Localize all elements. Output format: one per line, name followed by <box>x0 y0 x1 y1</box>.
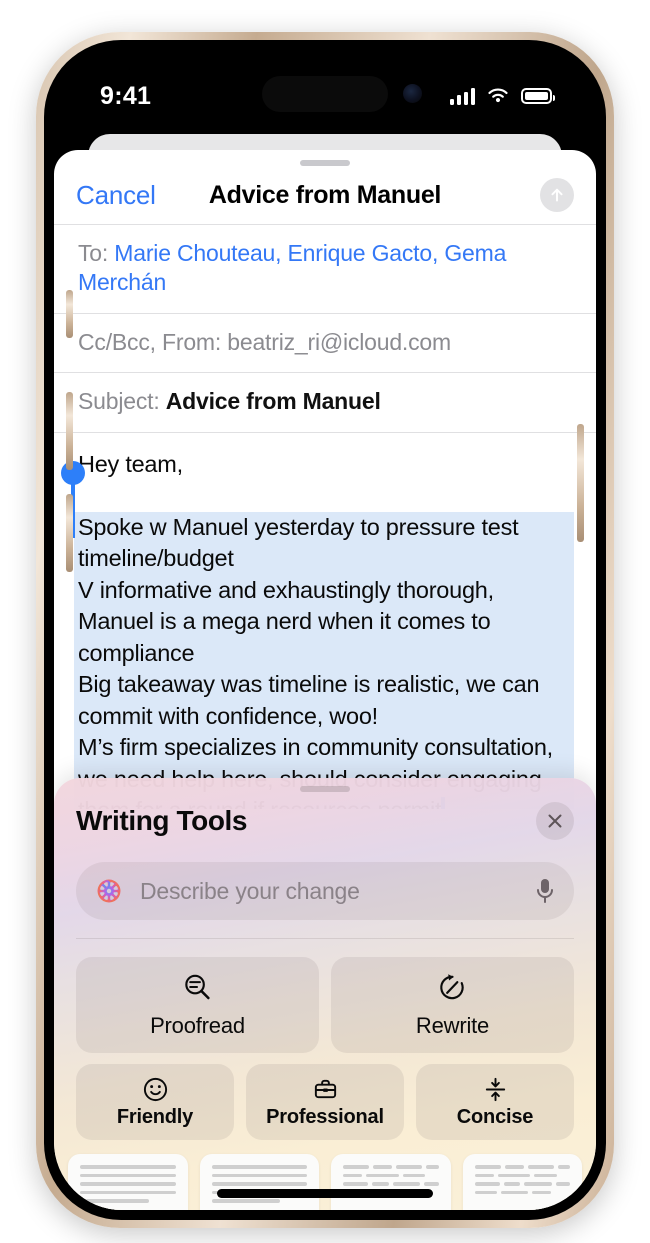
professional-button[interactable]: Professional <box>246 1064 404 1140</box>
proofread-button[interactable]: Proofread <box>76 957 319 1053</box>
writing-tools-header: Writing Tools <box>54 792 596 840</box>
body-line: commit with confidence, woo! <box>78 702 378 729</box>
card-text-line <box>211 1199 281 1203</box>
cellular-bars-icon <box>449 87 475 105</box>
body-line: Spoke w Manuel yesterday to pressure tes… <box>78 513 519 540</box>
ccbcc-label: Cc/Bcc, From: <box>78 328 222 355</box>
close-button[interactable] <box>536 802 574 840</box>
document-card[interactable] <box>462 1154 582 1210</box>
smiley-face-icon <box>143 1077 167 1101</box>
writing-tools-panel: Writing Tools Describe your change Proof… <box>54 778 596 1210</box>
document-cards-strip <box>54 1154 596 1210</box>
card-text-line <box>80 1199 149 1203</box>
writing-tools-title: Writing Tools <box>76 805 248 836</box>
briefcase-icon <box>314 1079 336 1098</box>
battery-full-icon <box>521 88 555 104</box>
card-text-line <box>80 1165 176 1169</box>
status-indicators <box>449 87 555 105</box>
primary-actions-row: Proofread Rewrite <box>54 957 596 1053</box>
card-word-row <box>343 1182 439 1186</box>
document-card[interactable] <box>199 1154 319 1210</box>
body-line: compliance <box>78 639 195 666</box>
document-card[interactable] <box>331 1154 451 1210</box>
body-line: timeline/budget <box>78 545 234 571</box>
send-button[interactable] <box>540 178 574 212</box>
selected-text-block[interactable]: Spoke w Manuel yesterday to pressure tes… <box>61 460 574 809</box>
describe-change-input[interactable]: Describe your change <box>76 862 574 920</box>
volume-down-button[interactable] <box>66 494 73 572</box>
concise-label: Concise <box>456 1105 534 1128</box>
card-word-row <box>474 1182 571 1186</box>
body-line: V informative and exhaustingly thorough, <box>78 576 494 603</box>
close-icon <box>548 814 562 828</box>
front-camera-icon <box>403 84 422 103</box>
rewrite-button[interactable]: Rewrite <box>331 957 574 1053</box>
microphone-icon[interactable] <box>534 877 556 905</box>
rewrite-label: Rewrite <box>415 1013 490 1038</box>
card-word-row <box>474 1165 570 1169</box>
apple-intelligence-icon <box>97 879 121 903</box>
card-word-row <box>474 1190 571 1194</box>
volume-up-button[interactable] <box>66 392 73 470</box>
device-screen: 9:41 Cancel Advice from Manuel To: Marie… <box>54 50 596 1210</box>
card-word-row <box>343 1165 439 1169</box>
from-address: beatriz_ri@icloud.com <box>227 328 451 355</box>
professional-label: Professional <box>266 1105 384 1128</box>
card-word-row <box>343 1173 439 1177</box>
arrow-up-icon <box>551 188 563 202</box>
card-text-line <box>80 1190 176 1194</box>
compose-navigation-bar: Cancel Advice from Manuel <box>54 166 596 224</box>
to-recipients: Marie Chouteau, Enrique Gacto, Gema Merc… <box>78 240 507 295</box>
to-field[interactable]: To: Marie Chouteau, Enrique Gacto, Gema … <box>54 224 596 313</box>
subject-field[interactable]: Subject: Advice from Manuel <box>54 372 596 432</box>
friendly-button[interactable]: Friendly <box>76 1064 234 1140</box>
document-card[interactable] <box>68 1154 188 1210</box>
iphone-device-frame: 9:41 Cancel Advice from Manuel To: Marie… <box>36 32 614 1228</box>
body-greeting: Hey team, <box>78 451 183 477</box>
cancel-button[interactable]: Cancel <box>76 180 156 211</box>
subject-value: Advice from Manuel <box>165 388 381 415</box>
magnifier-lines-icon <box>185 974 210 1000</box>
proofread-label: Proofread <box>150 1013 245 1038</box>
subject-label: Subject: <box>78 388 160 415</box>
rotate-pencil-icon <box>440 974 464 1000</box>
card-text-line <box>211 1173 307 1177</box>
status-clock: 9:41 <box>100 81 152 110</box>
card-text-line <box>211 1165 307 1169</box>
body-line: Big takeaway was timeline is realistic, … <box>78 671 540 697</box>
screenshot-stage: 9:41 Cancel Advice from Manuel To: Marie… <box>0 0 650 1243</box>
ccbcc-from-field[interactable]: Cc/Bcc, From: beatriz_ri@icloud.com <box>54 312 596 373</box>
panel-divider <box>76 938 574 939</box>
device-bezel: 9:41 Cancel Advice from Manuel To: Marie… <box>44 40 606 1220</box>
message-body[interactable]: Hey team, Spoke w Manuel yesterday to pr… <box>54 432 596 809</box>
to-label: To: <box>78 240 109 266</box>
action-button[interactable] <box>66 290 73 338</box>
card-text-line <box>211 1182 307 1186</box>
card-text-line <box>80 1182 176 1186</box>
power-button[interactable] <box>577 424 584 542</box>
home-indicator[interactable] <box>217 1189 433 1198</box>
compress-arrows-icon <box>485 1077 505 1101</box>
describe-change-placeholder: Describe your change <box>140 877 360 904</box>
body-line: M’s firm specializes in community consul… <box>78 734 553 760</box>
tone-actions-row: Friendly Professional Concise <box>54 1064 596 1140</box>
wifi-icon <box>488 88 508 103</box>
card-word-row <box>474 1173 571 1177</box>
dynamic-island <box>262 76 388 112</box>
concise-button[interactable]: Concise <box>416 1064 574 1140</box>
friendly-label: Friendly <box>116 1105 194 1128</box>
card-text-line <box>80 1173 176 1177</box>
body-line: Manuel is a mega nerd when it comes to <box>78 608 491 634</box>
